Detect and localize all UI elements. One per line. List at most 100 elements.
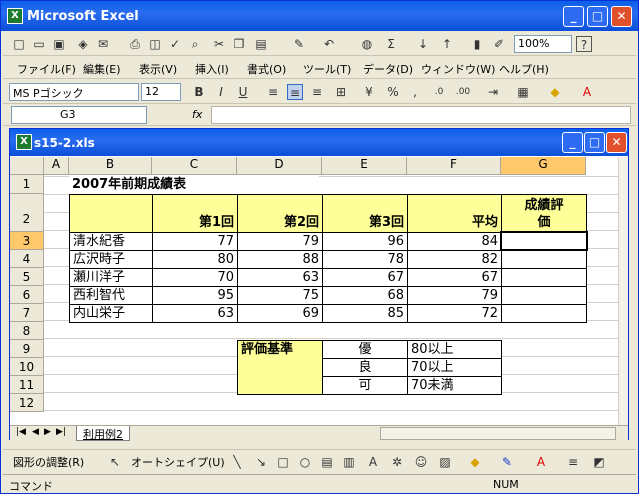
header-cell-round3[interactable]: 第3回 <box>322 194 408 233</box>
cell-r3[interactable]: 78 <box>322 250 408 269</box>
active-cell-g3[interactable] <box>500 231 588 251</box>
comma-button[interactable]: , <box>407 84 423 100</box>
menu-insert[interactable]: 挿入(I) <box>195 61 229 77</box>
sheet-title[interactable]: 2007年前期成績表 <box>69 175 319 194</box>
increase-decimal-icon[interactable]: .0 <box>431 84 447 100</box>
borders-icon[interactable]: ▦ <box>515 84 531 100</box>
diagram-icon[interactable]: ✲ <box>389 454 405 470</box>
cell-r2[interactable]: 63 <box>237 268 323 287</box>
menu-view[interactable]: 表示(V) <box>139 61 177 77</box>
cell-r1[interactable]: 63 <box>152 304 238 323</box>
arrow-icon[interactable]: ↘ <box>253 454 269 470</box>
close-button[interactable]: ✕ <box>611 6 632 27</box>
cell-grade[interactable] <box>501 250 587 269</box>
cell-grade[interactable] <box>501 268 587 287</box>
workbook-maximize-button[interactable]: □ <box>584 132 605 153</box>
indent-icon[interactable]: ⇥ <box>485 84 501 100</box>
bold-button[interactable]: B <box>191 84 207 100</box>
align-center-icon[interactable]: ≡ <box>287 84 303 100</box>
spelling-icon[interactable]: ✓ <box>167 36 183 52</box>
sort-descending-icon[interactable]: ↑ <box>439 36 455 52</box>
3d-icon[interactable]: ◩ <box>591 454 607 470</box>
cell-r3[interactable]: 68 <box>322 286 408 305</box>
percent-button[interactable]: % <box>385 84 401 100</box>
maximize-button[interactable]: □ <box>587 6 608 27</box>
criteria-condition[interactable]: 80以上 <box>407 340 502 359</box>
menu-format[interactable]: 書式(O) <box>247 61 286 77</box>
cell-r2[interactable]: 75 <box>237 286 323 305</box>
cell-r1[interactable]: 95 <box>152 286 238 305</box>
cell-avg[interactable]: 67 <box>407 268 502 287</box>
minimize-button[interactable]: _ <box>563 6 584 27</box>
cell-avg[interactable]: 79 <box>407 286 502 305</box>
cell-r3[interactable]: 96 <box>322 232 408 251</box>
adjust-shapes-menu[interactable]: 図形の調整(R) <box>13 454 84 470</box>
row-header[interactable]: 7 <box>10 304 44 322</box>
draw-font-color-icon[interactable]: A <box>533 454 549 470</box>
oval-icon[interactable]: ○ <box>297 454 313 470</box>
row-header[interactable]: 1 <box>10 175 44 194</box>
column-header-b[interactable]: B <box>69 157 152 175</box>
rectangle-icon[interactable]: □ <box>275 454 291 470</box>
tab-first-icon[interactable]: |◀ <box>16 427 26 437</box>
align-left-icon[interactable]: ≡ <box>265 84 281 100</box>
row-header[interactable]: 3 <box>10 232 44 250</box>
formula-input[interactable] <box>211 106 631 124</box>
cell-avg[interactable]: 84 <box>407 232 502 251</box>
cell-r3[interactable]: 85 <box>322 304 408 323</box>
vertical-scrollbar[interactable] <box>618 157 628 425</box>
tab-prev-icon[interactable]: ◀ <box>32 427 39 437</box>
cell-grade[interactable] <box>501 286 587 305</box>
line-color-icon[interactable]: ✎ <box>499 454 515 470</box>
cell-r1[interactable]: 77 <box>152 232 238 251</box>
worksheet-grid[interactable]: A B C D E F G 1 2 3 4 5 6 7 8 9 10 11 12… <box>10 157 618 425</box>
cell-name[interactable]: 西利智代 <box>69 286 153 305</box>
cell-name[interactable]: 清水紀香 <box>69 232 153 251</box>
menu-edit[interactable]: 編集(E) <box>83 61 121 77</box>
line-style-icon[interactable]: ≡ <box>565 454 581 470</box>
header-cell-round2[interactable]: 第2回 <box>237 194 323 233</box>
row-header[interactable]: 6 <box>10 286 44 304</box>
help-icon[interactable]: ? <box>576 36 592 52</box>
cell-r2[interactable]: 69 <box>237 304 323 323</box>
cell-grade[interactable] <box>501 304 587 323</box>
new-icon[interactable]: □ <box>11 36 27 52</box>
preview-icon[interactable]: ◫ <box>147 36 163 52</box>
hyperlink-icon[interactable]: ◍ <box>359 36 375 52</box>
criteria-label[interactable]: 評価基準 <box>237 340 323 395</box>
align-right-icon[interactable]: ≡ <box>309 84 325 100</box>
criteria-grade[interactable]: 可 <box>322 376 408 395</box>
header-cell-grade[interactable]: 成績評価 <box>501 194 587 233</box>
row-header[interactable]: 9 <box>10 340 44 358</box>
sort-ascending-icon[interactable]: ↓ <box>415 36 431 52</box>
row-header[interactable]: 8 <box>10 322 44 340</box>
row-header[interactable]: 10 <box>10 358 44 376</box>
cell-r3[interactable]: 67 <box>322 268 408 287</box>
column-header-c[interactable]: C <box>152 157 237 175</box>
header-cell-average[interactable]: 平均 <box>407 194 502 233</box>
menu-tools[interactable]: ツール(T) <box>303 61 351 77</box>
autoshape-menu[interactable]: オートシェイプ(U) <box>131 454 225 470</box>
sheet-tab-riyourei2[interactable]: 利用例2 <box>76 426 130 441</box>
workbook-close-button[interactable]: ✕ <box>606 132 627 153</box>
column-header-a[interactable]: A <box>44 157 69 175</box>
cell-r1[interactable]: 70 <box>152 268 238 287</box>
column-header-f[interactable]: F <box>407 157 501 175</box>
cut-icon[interactable]: ✂ <box>211 36 227 52</box>
menu-file[interactable]: ファイル(F) <box>17 61 76 77</box>
mail-icon[interactable]: ✉ <box>95 36 111 52</box>
column-header-g[interactable]: G <box>501 157 586 175</box>
criteria-condition[interactable]: 70未満 <box>407 376 502 395</box>
vertical-textbox-icon[interactable]: ▥ <box>341 454 357 470</box>
permission-icon[interactable]: ◈ <box>75 36 91 52</box>
workbook-minimize-button[interactable]: _ <box>562 132 583 153</box>
cell-r2[interactable]: 79 <box>237 232 323 251</box>
row-header[interactable]: 5 <box>10 268 44 286</box>
column-header-e[interactable]: E <box>322 157 407 175</box>
underline-button[interactable]: U <box>235 84 251 100</box>
textbox-icon[interactable]: ▤ <box>319 454 335 470</box>
cell-name[interactable]: 内山栄子 <box>69 304 153 323</box>
fill-color-icon[interactable]: ◆ <box>547 84 563 100</box>
horizontal-scrollbar[interactable] <box>380 427 616 440</box>
row-header[interactable]: 12 <box>10 394 44 412</box>
